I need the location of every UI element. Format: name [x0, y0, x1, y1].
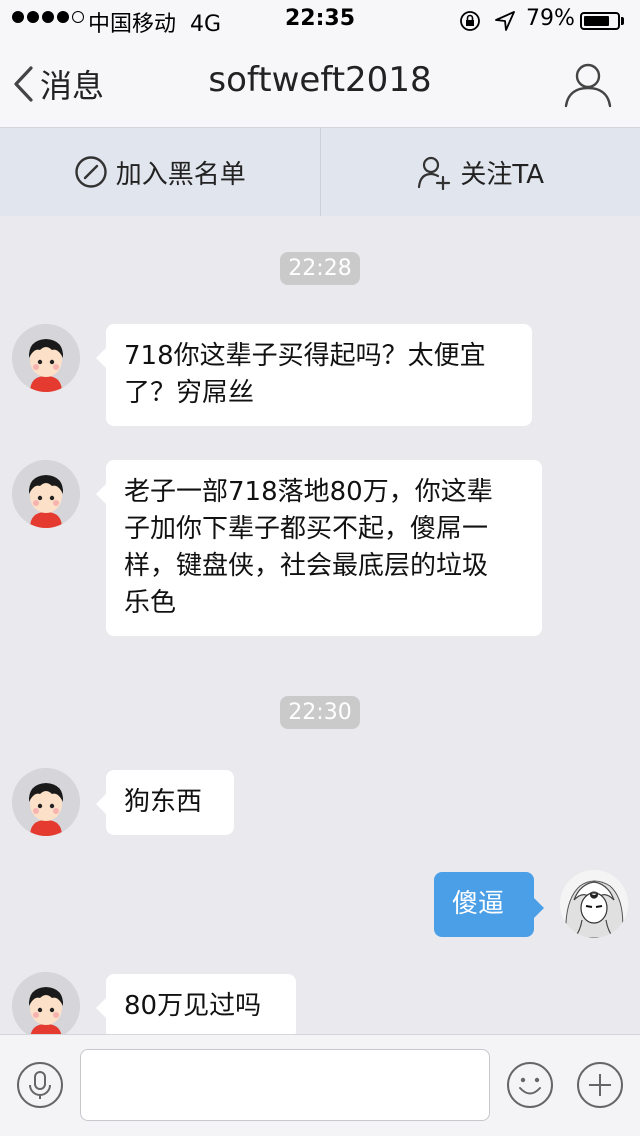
- page-title: softweft2018: [208, 60, 432, 100]
- message-bubble-outgoing[interactable]: 傻逼: [434, 872, 544, 937]
- message-line: 718你这辈子买得起吗？太便宜: [124, 341, 486, 371]
- action-bar: 加入黑名单 关注TA: [0, 128, 640, 216]
- timestamp-text: 22:30: [280, 696, 360, 729]
- timestamp: 22:30: [0, 696, 640, 729]
- message-bubble-incoming[interactable]: 718你这辈子买得起吗？太便宜 了？穷屌丝: [96, 324, 532, 426]
- message-line: 乐色: [124, 588, 177, 618]
- cartoon-avatar-icon: [12, 324, 80, 392]
- message-line: 老子一部718落地80万，你这辈: [124, 477, 493, 507]
- battery-icon: [580, 12, 620, 30]
- navigation-bar: 消息 softweft2018: [0, 40, 640, 128]
- avatar-contact[interactable]: [12, 768, 80, 836]
- plus-icon[interactable]: [576, 1061, 624, 1109]
- status-bar: 中国移动 4G 22:35 79%: [0, 0, 640, 40]
- follow-label: 关注TA: [460, 159, 545, 190]
- avatar-contact[interactable]: [12, 460, 80, 528]
- back-label: 消息: [40, 67, 105, 105]
- chat-area[interactable]: 22:28 718你这辈子买得起吗？太便宜 了？穷屌丝 老子一部718落地80万…: [0, 216, 640, 1034]
- person-icon[interactable]: [562, 58, 614, 110]
- timestamp-text: 22:28: [280, 252, 360, 285]
- timestamp: 22:28: [0, 252, 640, 285]
- battery-cap: [621, 17, 624, 25]
- battery-percent: 79%: [526, 6, 575, 31]
- cartoon-avatar-icon: [12, 768, 80, 836]
- block-icon: [75, 156, 107, 188]
- smiley-icon[interactable]: [506, 1061, 554, 1109]
- message-line: 狗东西: [124, 787, 203, 817]
- avatar-self[interactable]: [560, 870, 628, 938]
- avatar-contact[interactable]: [12, 324, 80, 392]
- message-line: 傻逼: [452, 889, 505, 919]
- message-bubble-incoming[interactable]: 狗东西: [96, 770, 234, 835]
- avatar-contact[interactable]: [12, 972, 80, 1034]
- cartoon-avatar-icon: [12, 972, 80, 1034]
- back-button[interactable]: 消息: [12, 62, 104, 106]
- message-line: 80万见过吗: [124, 991, 262, 1021]
- message-bubble-incoming[interactable]: 老子一部718落地80万，你这辈 子加你下辈子都买不起，傻屌一 样，键盘侠，社会…: [96, 460, 542, 636]
- message-input[interactable]: [80, 1049, 490, 1121]
- input-bar: [0, 1034, 640, 1136]
- microphone-icon[interactable]: [16, 1061, 64, 1109]
- add-person-icon: [418, 156, 451, 190]
- message-bubble-incoming[interactable]: 80万见过吗: [96, 974, 296, 1034]
- follow-button[interactable]: 关注TA: [321, 128, 640, 216]
- rotation-lock-icon: [460, 11, 480, 31]
- chevron-left-icon: [14, 66, 33, 102]
- blacklist-label: 加入黑名单: [115, 159, 246, 190]
- add-to-blacklist-button[interactable]: 加入黑名单: [0, 128, 320, 216]
- message-line: 子加你下辈子都买不起，傻屌一: [124, 514, 489, 544]
- message-line: 了？穷屌丝: [124, 378, 255, 408]
- cartoon-avatar-icon: [12, 460, 80, 528]
- location-arrow-icon: [495, 11, 515, 31]
- message-line: 样，键盘侠，社会最底层的垃圾: [124, 551, 489, 581]
- battery-level: [584, 16, 609, 26]
- anime-avatar-icon: [560, 870, 628, 938]
